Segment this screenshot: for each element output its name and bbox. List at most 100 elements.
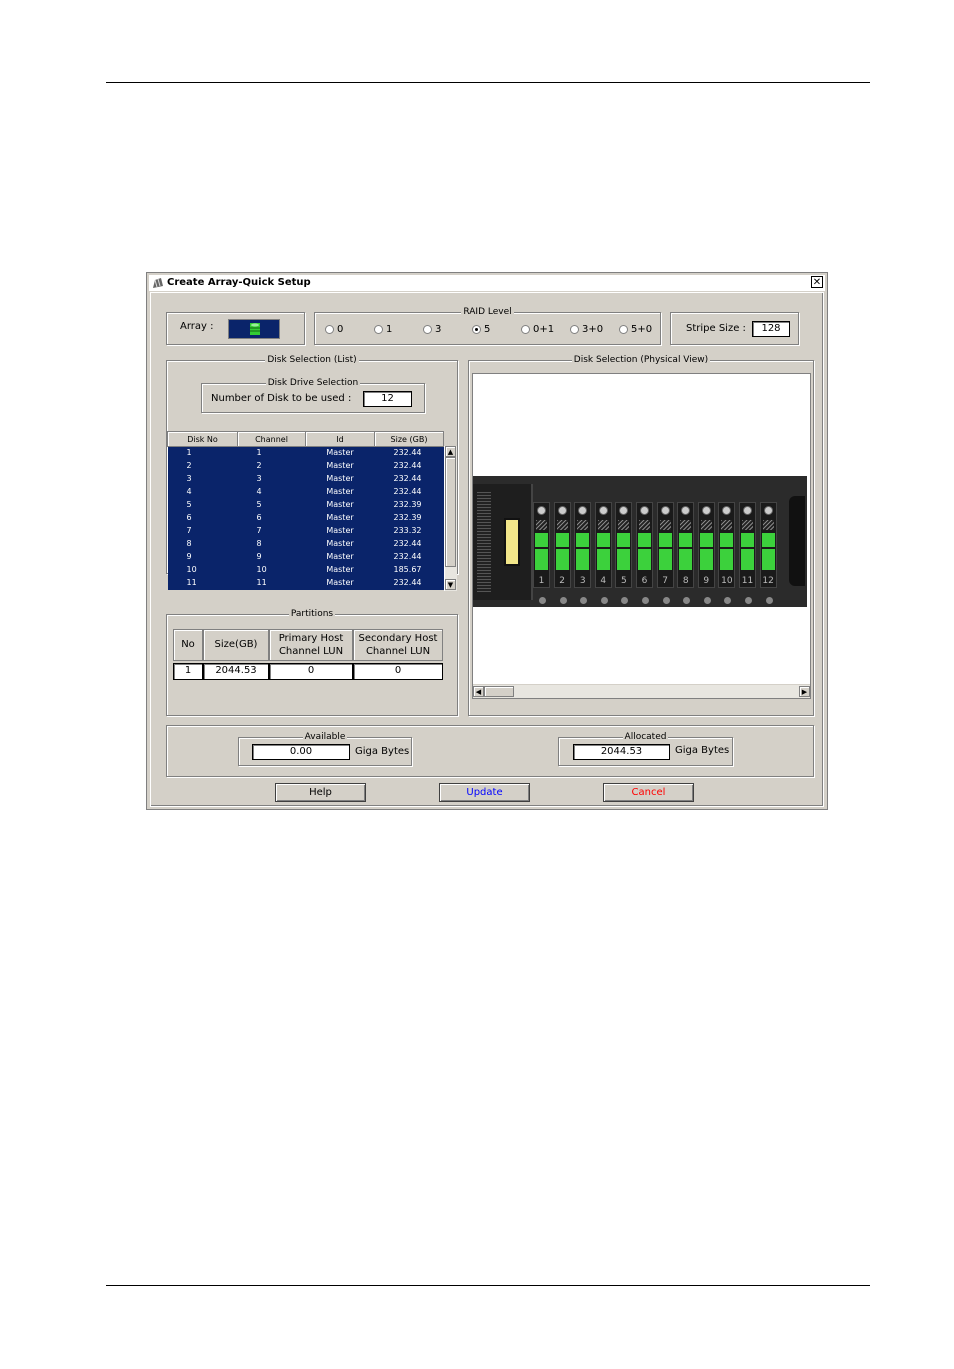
drive-bay[interactable]: 1 [533, 502, 550, 604]
scroll-down-arrow-icon[interactable]: ▼ [445, 579, 456, 590]
bay-number: 11 [741, 576, 754, 586]
bay-latch-icon [701, 506, 711, 515]
drive-bay[interactable]: 10 [718, 502, 736, 604]
available-field[interactable]: 0.00 [252, 744, 350, 760]
bay-status-led [555, 533, 569, 547]
scroll-thumb[interactable] [445, 457, 456, 567]
partition-size[interactable]: 2044.53 [203, 663, 269, 680]
green-disk-array-icon [250, 323, 260, 335]
allocated-field[interactable]: 2044.53 [573, 744, 670, 760]
bay-disk-icon [745, 597, 752, 604]
allocated-group: Allocated 2044.53 Giga Bytes [558, 732, 733, 766]
cancel-button[interactable]: Cancel [603, 783, 694, 802]
physical-view-group: Disk Selection (Physical View) 123456789… [468, 355, 814, 716]
raid-option-5plus0[interactable]: 5+0 [619, 324, 652, 336]
allocated-unit: Giga Bytes [675, 745, 730, 756]
disk-count-label: Number of Disk to be used : [211, 393, 352, 404]
bay-disk-icon [642, 597, 649, 604]
scroll-left-arrow-icon[interactable]: ◀ [473, 686, 484, 697]
enclosure-rack-ear [789, 496, 805, 586]
raid-option-0[interactable]: 0 [325, 324, 343, 336]
update-button[interactable]: Update [439, 783, 530, 802]
table-row[interactable]: 3 3 Master 232.44 [167, 472, 444, 486]
drive-bay[interactable]: 6 [636, 502, 653, 604]
column-header[interactable]: Size (GB) [374, 431, 444, 447]
size-cell: 232.44 [374, 537, 444, 551]
scroll-up-arrow-icon[interactable]: ▲ [445, 446, 456, 457]
radio-selected-icon [472, 324, 481, 334]
bay-latch-icon [763, 506, 773, 515]
horizontal-scrollbar[interactable]: ◀ ▶ [473, 684, 810, 698]
bay-status-led [617, 533, 631, 547]
column-header: No [173, 629, 203, 661]
disk-no-cell: 6 [167, 511, 238, 525]
id-cell: Master [305, 576, 375, 590]
bay-latch-icon [557, 506, 567, 515]
scroll-right-arrow-icon[interactable]: ▶ [799, 686, 810, 697]
partitions-header-row: No Size(GB) Primary Host Channel LUN Sec… [173, 629, 443, 661]
bay-activity-led [617, 549, 631, 604]
disk-no-cell: 4 [167, 485, 238, 499]
table-row[interactable]: 10 10 Master 185.67 [167, 563, 444, 577]
partition-secondary-lun[interactable]: 0 [353, 663, 443, 680]
scroll-thumb[interactable] [484, 686, 514, 697]
table-row[interactable]: 7 7 Master 233.32 [167, 524, 444, 538]
drive-bay[interactable]: 8 [677, 502, 695, 604]
close-button[interactable]: ✕ [811, 276, 823, 288]
id-cell: Master [305, 472, 375, 486]
table-row[interactable]: 4 4 Master 232.44 [167, 485, 444, 499]
channel-cell: 11 [237, 576, 306, 590]
drive-bay[interactable]: 5 [615, 502, 633, 604]
table-row[interactable]: 9 9 Master 232.44 [167, 550, 444, 564]
channel-cell: 6 [237, 511, 306, 525]
bay-latch-icon [681, 506, 691, 515]
table-row[interactable]: 8 8 Master 232.44 [167, 537, 444, 551]
raid-option-5[interactable]: 5 [472, 324, 490, 336]
enclosure-image[interactable]: 1 2 3 4 5 6 7 8 9 10 11 12 [473, 476, 807, 607]
drive-bay[interactable]: 12 [759, 502, 777, 604]
bay-activity-led [699, 549, 713, 604]
disk-table: Disk No Channel Id Size (GB) 1 1 Master 232… [167, 431, 444, 590]
bay-activity-led [741, 549, 754, 604]
disk-no-cell: 3 [167, 472, 238, 486]
partition-primary-lun[interactable]: 0 [269, 663, 353, 680]
drive-bay[interactable]: 4 [594, 502, 612, 604]
drive-bay[interactable]: 2 [553, 502, 571, 604]
drive-bay[interactable]: 11 [739, 502, 756, 604]
raid-option-1[interactable]: 1 [374, 324, 392, 336]
title-bar[interactable]: Create Array-Quick Setup ✕ [149, 275, 825, 291]
stripe-size-group: Stripe Size : 128 [670, 312, 799, 345]
drive-bay[interactable]: 9 [697, 502, 715, 604]
drive-bay[interactable]: 7 [656, 502, 674, 604]
bay-activity-led [761, 549, 775, 604]
bay-status-led [658, 533, 672, 547]
partition-row[interactable]: 1 2044.53 0 0 [173, 661, 443, 680]
table-row[interactable]: 11 11 Master 232.44 [167, 576, 444, 590]
bay-status-led [638, 533, 651, 547]
disk-table-scrollbar[interactable]: ▲ ▼ [444, 446, 457, 591]
table-row[interactable]: 6 6 Master 232.39 [167, 511, 444, 525]
drive-bay[interactable]: 3 [574, 502, 592, 604]
id-cell: Master [305, 511, 375, 525]
table-row[interactable]: 5 5 Master 232.39 [167, 498, 444, 512]
bay-latch-icon [640, 506, 649, 515]
bay-activity-led [596, 549, 610, 604]
column-header[interactable]: Id [305, 431, 375, 447]
help-button[interactable]: Help [275, 783, 366, 802]
bay-disk-icon [683, 597, 691, 604]
array-icon-box[interactable] [228, 319, 280, 339]
raid-option-0plus1[interactable]: 0+1 [521, 324, 554, 336]
column-header[interactable]: Disk No [167, 431, 238, 447]
column-header[interactable]: Channel [237, 431, 306, 447]
raid-option-3plus0[interactable]: 3+0 [570, 324, 603, 336]
bay-disk-icon [765, 597, 773, 604]
partition-no[interactable]: 1 [173, 663, 203, 680]
table-row[interactable]: 1 1 Master 232.44 [167, 446, 444, 460]
stripe-size-field[interactable]: 128 [752, 321, 790, 337]
raid-option-3[interactable]: 3 [423, 324, 441, 336]
id-cell: Master [305, 563, 375, 577]
bay-disk-icon [724, 597, 732, 604]
bay-grill [556, 520, 568, 530]
table-row[interactable]: 2 2 Master 232.44 [167, 459, 444, 473]
disk-count-field[interactable]: 12 [363, 391, 412, 407]
